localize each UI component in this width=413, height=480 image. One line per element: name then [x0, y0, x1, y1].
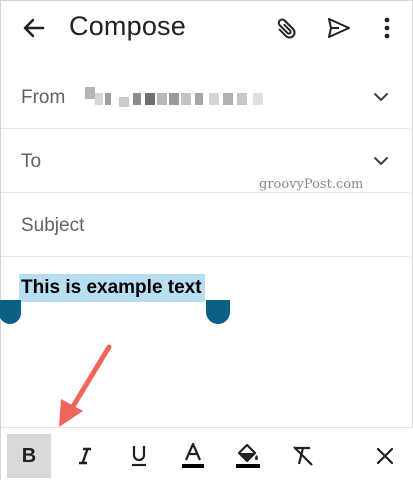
- annotation-arrow-icon: [51, 341, 121, 431]
- back-arrow-icon[interactable]: [19, 13, 49, 43]
- close-toolbar-button[interactable]: [363, 434, 407, 478]
- bold-icon: B: [21, 444, 37, 467]
- formatting-toolbar: B: [1, 427, 413, 480]
- selected-body-text[interactable]: This is example text: [19, 274, 205, 302]
- underline-icon: [132, 446, 146, 467]
- italic-button[interactable]: [63, 434, 107, 478]
- clear-format-icon: [293, 446, 313, 466]
- underline-button[interactable]: [117, 434, 161, 478]
- page-title: Compose: [69, 11, 186, 41]
- from-field[interactable]: From: [1, 65, 413, 129]
- send-icon[interactable]: [325, 14, 353, 42]
- text-color-button[interactable]: [171, 434, 215, 478]
- to-label: To: [21, 151, 42, 172]
- app-bar: Compose: [1, 1, 413, 56]
- fill-color-button[interactable]: [226, 434, 270, 478]
- subject-field[interactable]: Subject: [1, 193, 413, 257]
- selection-handle-end[interactable]: [206, 300, 230, 324]
- fill-color-icon: [236, 443, 260, 468]
- clear-formatting-button[interactable]: [281, 434, 325, 478]
- more-vert-icon[interactable]: [377, 14, 397, 42]
- compose-screen: Compose From To groovyPost.com Subject T…: [0, 0, 413, 480]
- chevron-down-icon[interactable]: [371, 151, 391, 171]
- selection-handle-start[interactable]: [0, 300, 21, 324]
- watermark: groovyPost.com: [259, 177, 364, 192]
- close-icon: [376, 447, 394, 465]
- from-address-redacted: [85, 85, 275, 111]
- from-label: From: [21, 87, 66, 108]
- chevron-down-icon[interactable]: [371, 87, 391, 107]
- italic-icon: [79, 447, 91, 465]
- paperclip-icon[interactable]: [271, 14, 301, 44]
- subject-placeholder: Subject: [21, 215, 85, 236]
- text-color-icon: [182, 442, 204, 468]
- bold-button[interactable]: B: [7, 434, 51, 478]
